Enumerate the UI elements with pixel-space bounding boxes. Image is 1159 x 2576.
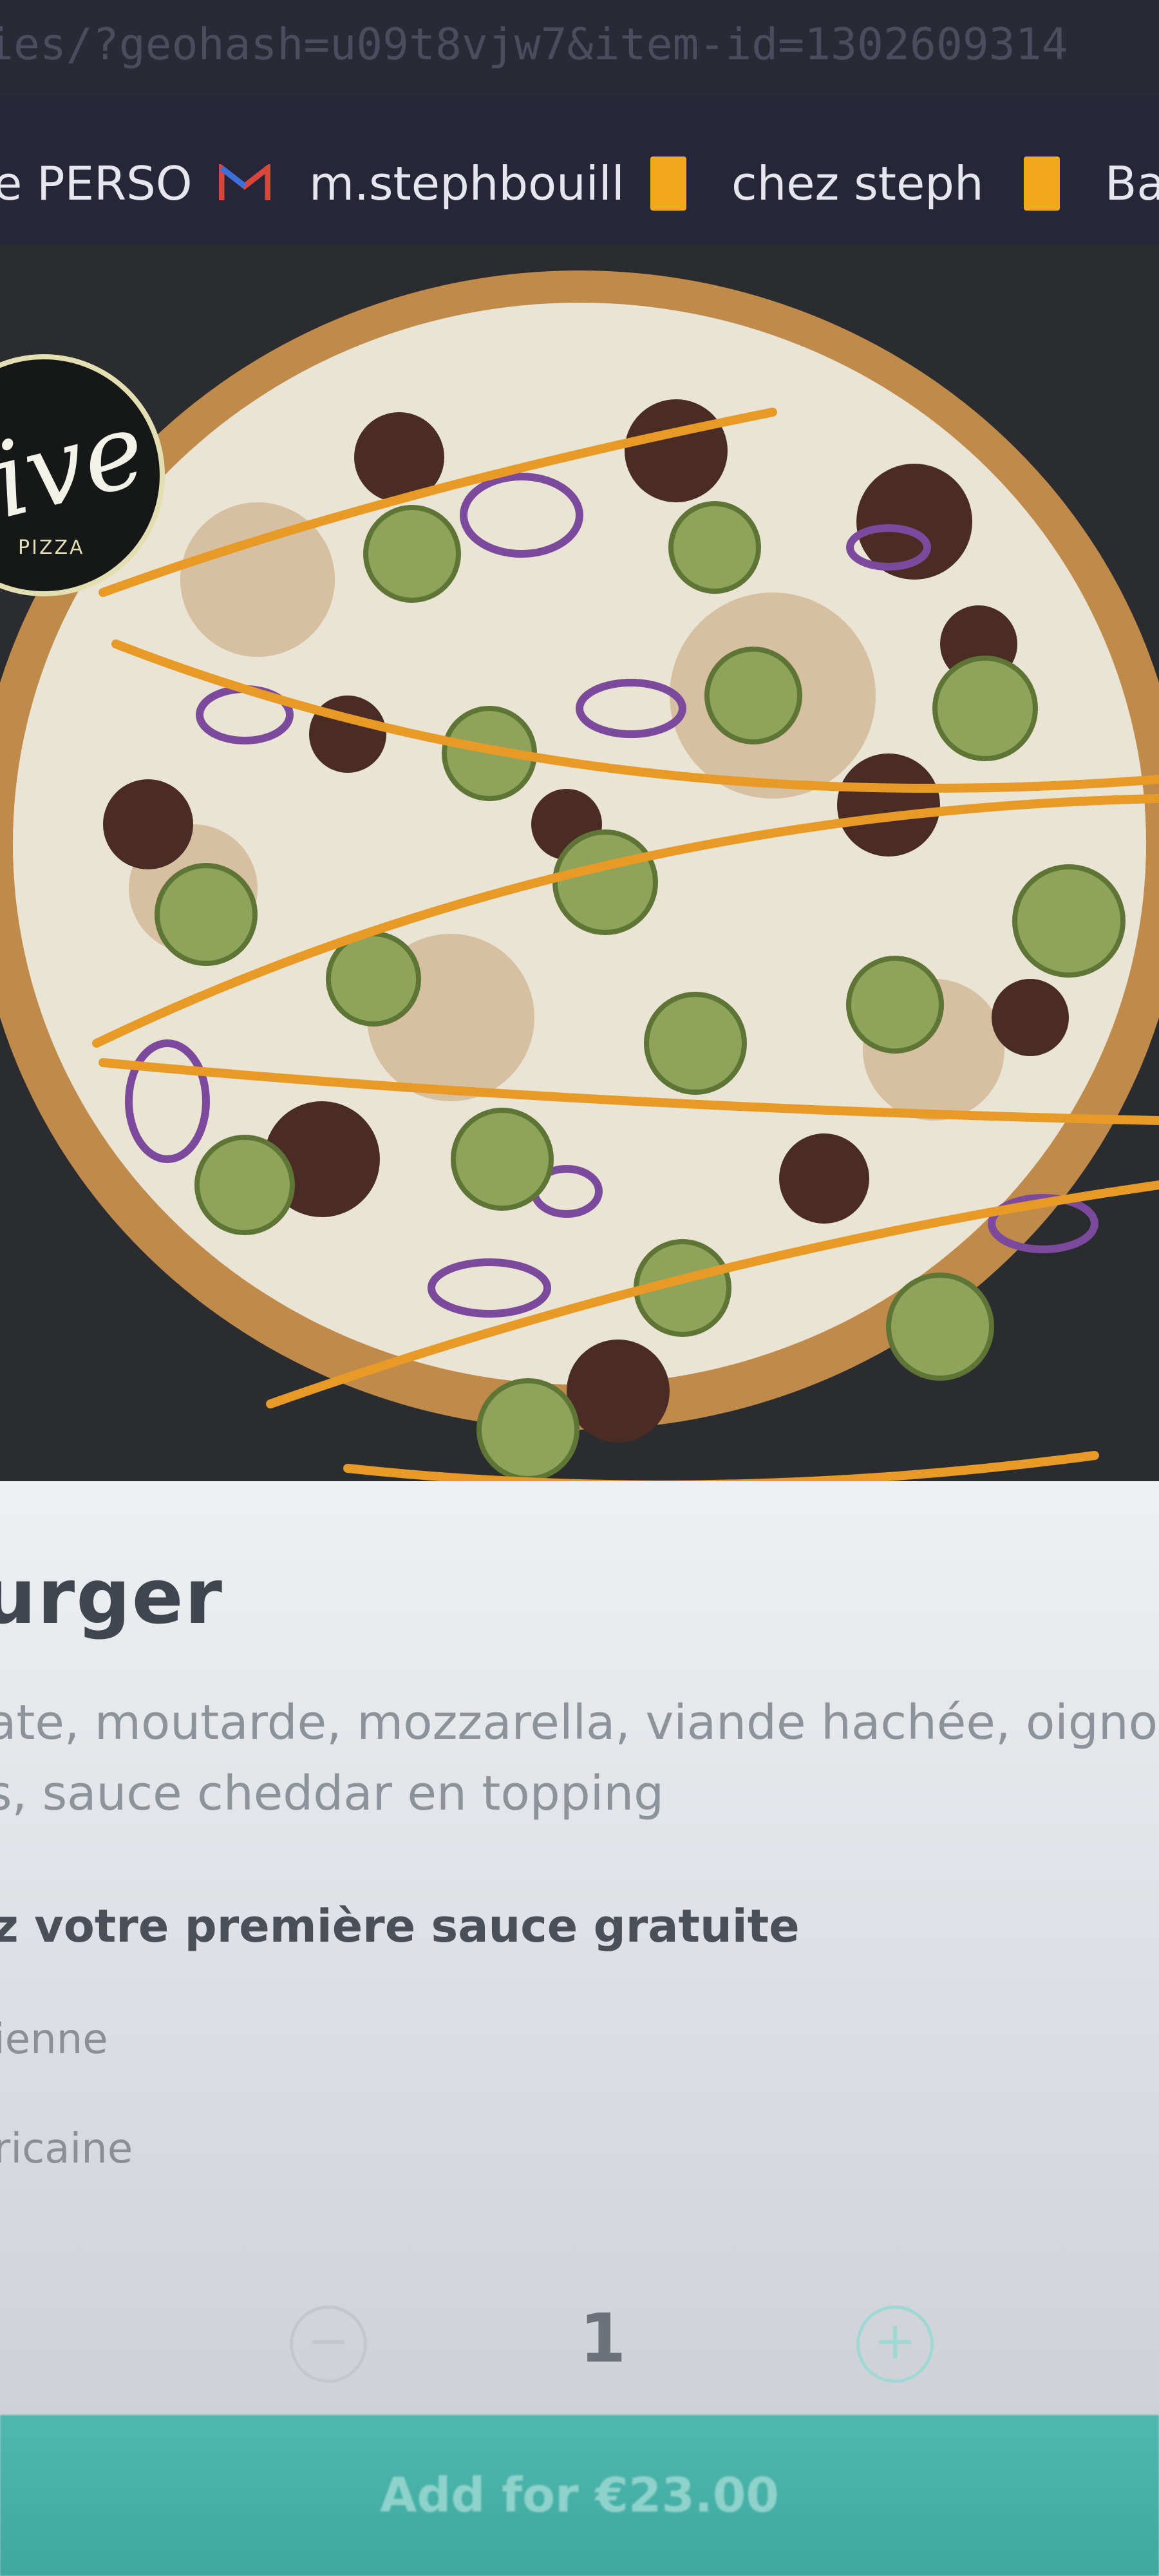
bookmark-chez-steph[interactable]: chez steph <box>650 148 984 219</box>
product-title: urger <box>0 1552 223 1641</box>
bookmark-ba[interactable]: Ba <box>1024 148 1159 219</box>
url-text[interactable]: ies/?geohash=u09t8vjw7&item-id=130260931… <box>0 19 1068 70</box>
folder-icon <box>1024 156 1060 211</box>
product-image: ive PIZZA <box>0 245 1159 1507</box>
sauce-section-heading: z votre première sauce gratuite <box>0 1900 800 1953</box>
quantity-stepper: − 1 + <box>0 2280 1159 2409</box>
pizza-illustration <box>0 270 1159 1490</box>
folder-icon <box>650 156 686 211</box>
quantity-value: 1 <box>580 2299 627 2378</box>
bookmark-label: Ba <box>1105 156 1159 211</box>
bookmark-gmail[interactable]: m.stephbouill <box>219 148 625 219</box>
add-to-cart-button[interactable]: Add for €23.00 <box>0 2415 1159 2576</box>
sauce-option[interactable]: ienne <box>0 2016 108 2063</box>
bookmark-label: e PERSO <box>0 156 193 211</box>
product-description: ate, moutarde, mozzarella, viande hachée… <box>0 1695 1158 1821</box>
product-details-panel: urger ate, moutarde, mozzarella, viande … <box>0 1481 1159 2576</box>
logo-text: ive <box>0 388 157 542</box>
gmail-icon <box>219 164 270 200</box>
bookmarks-bar: e PERSO m.stephbouill chez steph Ba <box>0 97 1159 245</box>
bookmark-label: m.stephbouill <box>309 156 625 211</box>
bookmark-label: chez steph <box>731 156 984 211</box>
sauce-option[interactable]: ricaine <box>0 2125 133 2173</box>
logo-subtext: PIZZA <box>18 536 85 559</box>
decrease-quantity-button[interactable]: − <box>290 2306 367 2383</box>
address-bar[interactable]: ies/?geohash=u09t8vjw7&item-id=130260931… <box>0 0 1159 97</box>
bookmark-perso[interactable]: e PERSO <box>0 148 193 219</box>
increase-quantity-button[interactable]: + <box>856 2306 934 2383</box>
